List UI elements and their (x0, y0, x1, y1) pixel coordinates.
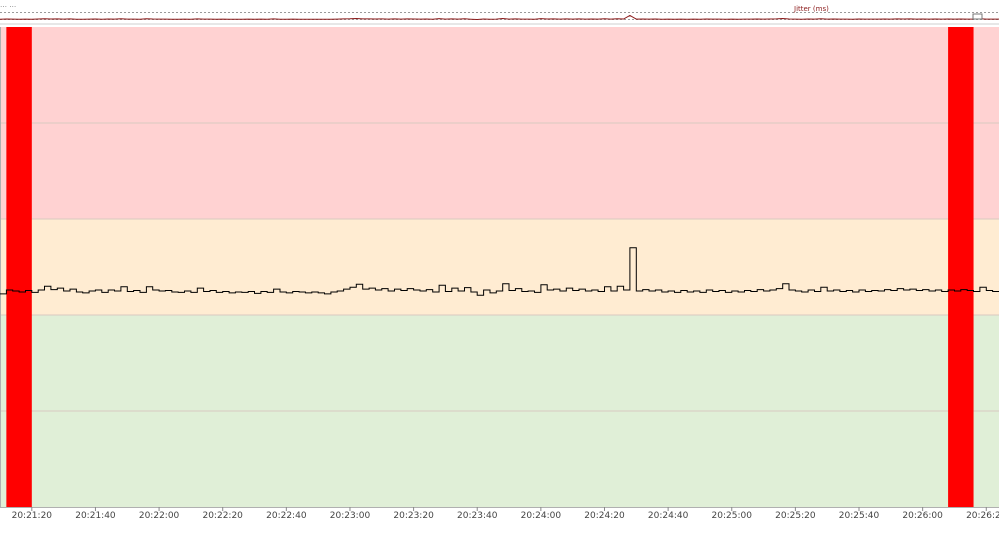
window-title-fragment: … … (0, 1, 16, 9)
x-tick-label: 20:22:20 (202, 511, 243, 521)
x-tick-label: 20:24:20 (584, 511, 625, 521)
x-tick-label: 20:25:20 (775, 511, 816, 521)
x-tick-label: 20:26:00 (902, 511, 943, 521)
x-tick-label: 20:23:40 (457, 511, 498, 521)
x-tick-label: 20:24:40 (648, 511, 689, 521)
x-tick-label: 20:23:20 (393, 511, 434, 521)
x-tick-label: 20:21:40 (75, 511, 116, 521)
jitter-chart: … … Jitter (ms) 20:21:20 20:21:40 20:22:00… (0, 0, 999, 530)
x-tick-label: 20:26:20 (966, 511, 999, 521)
x-tick-label: 20:25:40 (839, 511, 880, 521)
legend-label: Jitter (ms) (793, 5, 829, 13)
threshold-bands (0, 27, 999, 507)
x-tick-label: 20:23:00 (330, 511, 371, 521)
event-marker-1[interactable] (948, 27, 974, 507)
x-tick-label: 20:22:00 (139, 511, 180, 521)
overview-scroll-handle[interactable] (972, 13, 983, 20)
jitter-chart-window: … … Jitter (ms) 20:21:20 20:21:40 20:22:00… (0, 0, 999, 530)
x-tick-label: 20:25:00 (712, 511, 753, 521)
x-tick-label: 20:24:00 (521, 511, 562, 521)
band-mid (0, 219, 999, 315)
event-marker-0[interactable] (6, 27, 32, 507)
x-tick-label: 20:21:20 (12, 511, 53, 521)
x-tick-label: 20:22:40 (266, 511, 307, 521)
